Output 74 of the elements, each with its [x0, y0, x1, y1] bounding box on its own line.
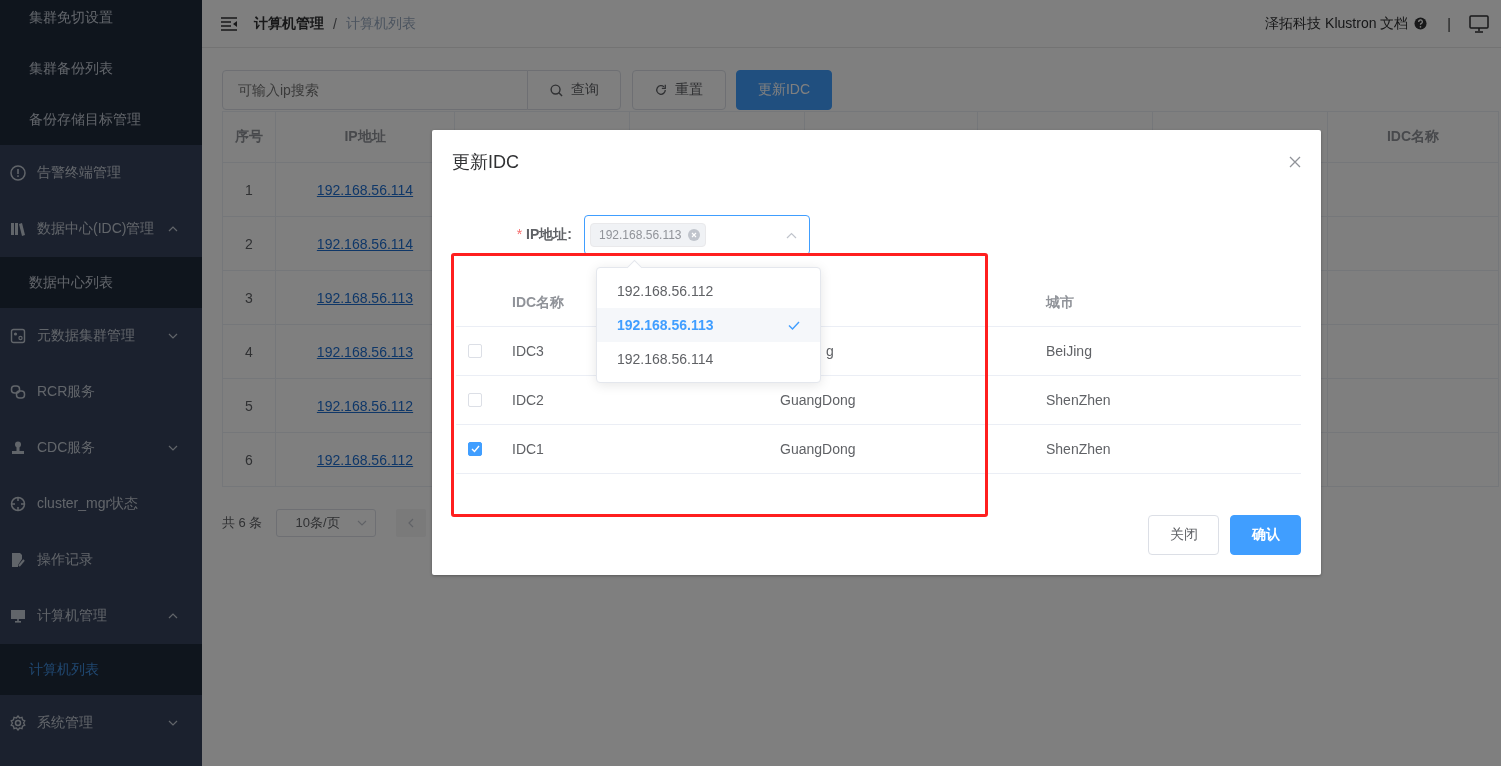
- table-cell: ShenZhen: [1046, 392, 1111, 408]
- table-cell: 4: [222, 324, 276, 379]
- sidebar-item[interactable]: 数据中心列表: [0, 257, 202, 308]
- ip-link[interactable]: 192.168.56.114: [316, 235, 414, 252]
- sidebar-menu-item[interactable]: 操作记录: [0, 532, 202, 588]
- table-cell: GuangDong: [780, 392, 856, 408]
- breadcrumb-item[interactable]: 计算机管理: [254, 14, 324, 33]
- chevron-left-icon: [408, 518, 415, 528]
- dropdown-option[interactable]: 192.168.56.114: [597, 342, 820, 376]
- ip-link[interactable]: 192.168.56.113: [316, 289, 414, 306]
- update-idc-button[interactable]: 更新IDC: [736, 70, 832, 110]
- sidebar-menu-item[interactable]: RCR服务: [0, 364, 202, 420]
- page-size-select[interactable]: 10条/页: [276, 509, 377, 537]
- refresh-icon: [655, 84, 667, 96]
- table-cell: 1: [222, 162, 276, 217]
- sidebar-menu-item[interactable]: cluster_mgr状态: [0, 476, 202, 532]
- total-count: 共 6 条: [222, 514, 263, 532]
- field-label: * IP地址:: [515, 226, 573, 244]
- sidebar-item[interactable]: 备份存储目标管理: [0, 94, 202, 145]
- link-icon: [10, 384, 26, 400]
- table-cell: 2: [222, 216, 276, 271]
- remove-icon[interactable]: [687, 229, 700, 241]
- docs-link[interactable]: 泽拓科技 Klustron 文档: [1265, 14, 1409, 33]
- dialog-title: 更新IDC: [452, 151, 519, 174]
- stamp-icon: [10, 440, 26, 456]
- sidebar-item[interactable]: 计算机列表: [0, 644, 202, 695]
- table-cell: IDC1: [512, 441, 544, 457]
- column-header: 城市: [1034, 280, 1301, 327]
- table-cell: IDC3: [512, 343, 544, 359]
- breadcrumb-separator: /: [333, 15, 337, 32]
- sidebar-menu-item[interactable]: 元数据集群管理: [0, 308, 202, 364]
- search-button[interactable]: 查询: [527, 70, 621, 110]
- checkbox[interactable]: [468, 442, 482, 456]
- ip-link[interactable]: 192.168.56.113: [316, 343, 414, 360]
- table-cell: IDC2: [512, 392, 544, 408]
- sidebar-menu-item[interactable]: 数据中心(IDC)管理: [0, 201, 202, 257]
- help-icon[interactable]: [1414, 17, 1428, 30]
- table-cell: 6: [222, 432, 276, 487]
- check-icon: [788, 320, 800, 330]
- table-cell: 5: [222, 378, 276, 433]
- ip-link[interactable]: 192.168.56.112: [316, 397, 414, 414]
- ip-link[interactable]: 192.168.56.112: [316, 451, 414, 468]
- document-icon: [10, 552, 26, 568]
- table-cell: ShenZhen: [1046, 441, 1111, 457]
- sidebar-item[interactable]: 集群备份列表: [0, 43, 202, 94]
- alert-icon: [10, 165, 26, 181]
- reset-button[interactable]: 重置: [632, 70, 726, 110]
- table-cell: 3: [222, 270, 276, 325]
- close-icon[interactable]: [1289, 156, 1301, 168]
- chevron-up-icon: [786, 231, 797, 239]
- sidebar-menu-item[interactable]: 计算机管理: [0, 588, 202, 644]
- sidebar-item[interactable]: 集群免切设置: [0, 0, 202, 43]
- monitor-icon: [10, 608, 26, 624]
- sidebar-menu-item[interactable]: CDC服务: [0, 420, 202, 476]
- confirm-button[interactable]: 确认: [1230, 515, 1301, 555]
- table-cell: GuangDong: [780, 441, 856, 457]
- table-cell: BeiJing: [1046, 343, 1092, 359]
- close-button[interactable]: 关闭: [1148, 515, 1219, 555]
- sidebar-menu-item[interactable]: 告警终端管理: [0, 145, 202, 201]
- sidebar-menu-item[interactable]: 系统管理: [0, 695, 202, 751]
- crosshair-icon: [10, 496, 26, 512]
- panel-icon: [10, 328, 26, 344]
- dropdown-option[interactable]: 192.168.56.113: [597, 308, 820, 342]
- search-field[interactable]: 可输入ip搜索: [222, 70, 528, 110]
- selected-tag: 192.168.56.113: [590, 223, 706, 247]
- ip-link[interactable]: 192.168.56.114: [316, 181, 414, 198]
- books-icon: [10, 221, 26, 237]
- menu-icon[interactable]: [220, 15, 238, 32]
- table-cell: g: [826, 343, 834, 359]
- divider: |: [1447, 15, 1451, 32]
- chevron-down-icon: [357, 520, 368, 526]
- search-icon: [549, 83, 563, 97]
- monitor-icon[interactable]: [1469, 14, 1489, 33]
- settings-icon: [10, 715, 26, 731]
